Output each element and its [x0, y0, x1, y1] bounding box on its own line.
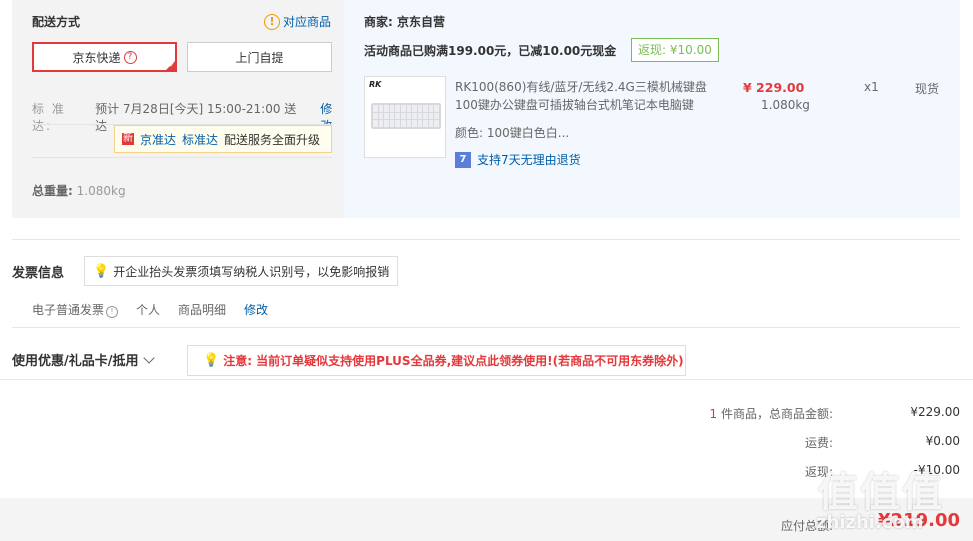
chevron-down-icon: [142, 351, 155, 364]
item-count: 1: [709, 407, 718, 421]
divider: [0, 379, 973, 380]
lightbulb-icon: 💡: [93, 263, 110, 279]
shipping-title: 配送方式: [32, 15, 81, 29]
invoice-owner: 个人: [136, 303, 161, 317]
item-count-text: 件商品，总商品金额:: [720, 407, 833, 421]
self-pickup-label: 上门自提: [235, 50, 284, 65]
coupon-toggle[interactable]: 使用优惠/礼品卡/抵用: [12, 350, 155, 369]
freight-value: ¥0.00: [925, 434, 960, 448]
match-goods-label: 对应商品: [282, 15, 331, 29]
modify-invoice-link[interactable]: 修改: [244, 301, 268, 318]
invoice-tip-text: 开企业抬头发票须填写纳税人识别号，以免影响报销: [113, 264, 390, 279]
divider: [12, 327, 960, 328]
invoice-type-label: 电子普通发票: [32, 303, 105, 317]
invoice-tip: 💡 开企业抬头发票须填写纳税人识别号，以免影响报销: [84, 256, 398, 286]
order-items-panel: 商家: 京东自营 活动商品已购满199.00元，已减10.00元现金 返现: ¥…: [344, 0, 960, 218]
watermark-logo: 值值值: [818, 470, 944, 516]
plus-coupon-tip[interactable]: 💡 注意: 当前订单疑似支持使用PLUS全品券,建议点此领券使用!(若商品不可用…: [187, 345, 686, 376]
product-image[interactable]: RK: [364, 76, 446, 158]
self-pickup-button[interactable]: 上门自提: [187, 42, 332, 72]
product-title[interactable]: RK100(860)有线/蓝牙/无线2.4G三模机械键盘 100键办公键盘可插拔…: [455, 78, 720, 114]
new-badge: 新: [122, 133, 134, 145]
watermark-site: zhizhi.com: [816, 512, 924, 533]
total-weight-label: 总重量:: [32, 184, 73, 198]
invoice-type: 电子普通发票!: [32, 301, 119, 318]
stock-status: 现货: [915, 82, 940, 96]
seven-day-return-icon: 7: [455, 151, 471, 168]
goods-total-value: ¥229.00: [910, 405, 960, 419]
match-goods-link[interactable]: ! 对应商品: [263, 13, 331, 30]
invoice-title: 发票信息: [12, 266, 65, 281]
merchant-name: 商家: 京东自营: [364, 15, 445, 29]
invoice-details: 电子普通发票! 个人 商品明细 修改: [32, 301, 268, 318]
product-price: ¥ 229.00: [743, 80, 805, 95]
total-weight: 总重量: 1.080kg: [32, 182, 126, 199]
divider: [12, 239, 960, 240]
coupon-title-text: 使用优惠/礼品卡/抵用: [12, 354, 139, 369]
product-quantity: x1: [864, 80, 879, 94]
goods-total-label: 1 件商品，总商品金额:: [709, 405, 833, 422]
jd-express-label: 京东快递: [72, 50, 121, 65]
delivery-upgrade-tip: 新 京准达 标准达 配送服务全面升级: [114, 125, 332, 153]
product-weight: 1.080kg: [761, 98, 810, 112]
warning-icon: !: [263, 13, 280, 30]
info-icon[interactable]: !: [106, 306, 119, 318]
check-icon: ✓: [169, 61, 175, 69]
shipping-panel: 配送方式 ! 对应商品 京东快递 ? ✓ 上门自提 标 准 达: 预计 7月28…: [12, 0, 344, 218]
bzd-link[interactable]: 标准达: [182, 131, 218, 148]
divider: [32, 157, 332, 158]
lightbulb-icon: 💡: [203, 353, 220, 368]
invoice-content: 商品明细: [178, 303, 227, 317]
freight-label: 运费:: [804, 436, 833, 450]
jd-express-button[interactable]: 京东快递 ? ✓: [32, 42, 177, 72]
keyboard-image: [371, 103, 441, 129]
total-weight-value: 1.080kg: [76, 184, 126, 198]
jzd-link[interactable]: 京准达: [140, 131, 176, 148]
upgrade-text: 配送服务全面升级: [224, 132, 321, 147]
return-policy[interactable]: 7 支持7天无理由退货: [455, 151, 581, 168]
standard-label: 标 准 达:: [32, 102, 66, 133]
product-brand-logo: RK: [369, 80, 382, 89]
product-color: 颜色: 100键白色白...: [455, 126, 570, 140]
promo-text: 活动商品已购满199.00元，已减10.00元现金: [364, 44, 617, 58]
plus-coupon-text: 注意: 当前订单疑似支持使用PLUS全品券,建议点此领券使用!(若商品不可用东券…: [223, 354, 684, 368]
rebate-badge: 返现: ¥10.00: [631, 38, 719, 62]
question-icon[interactable]: ?: [123, 50, 137, 64]
return-policy-text: 支持7天无理由退货: [477, 153, 581, 167]
